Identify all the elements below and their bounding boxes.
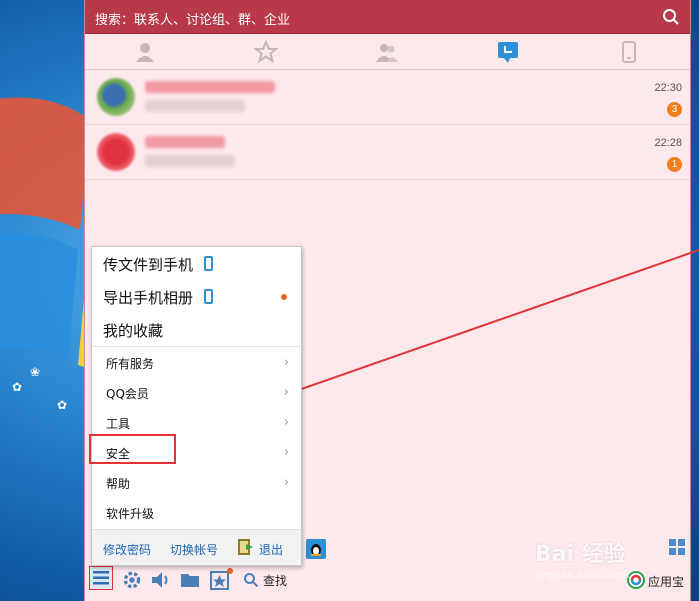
menu-item-software-update[interactable]: 软件升级 — [92, 497, 301, 527]
menu-item-label: 所有服务 — [106, 357, 155, 371]
chevron-right-icon: › — [283, 385, 289, 400]
baidu-jingyan-watermark: Bai 经验 — [535, 542, 626, 567]
menu-item-label: 工具 — [106, 417, 131, 431]
watermark-url: jingyan.baidu.com — [537, 570, 630, 581]
menu-item-tools[interactable]: 工具 › — [92, 407, 301, 437]
change-password-link[interactable]: 修改密码 — [103, 541, 151, 558]
menu-item-label: 软件升级 — [106, 507, 155, 521]
logout-button[interactable]: 退出 — [237, 538, 283, 558]
chevron-right-icon: › — [283, 415, 289, 430]
annotation-highlight-box — [89, 434, 176, 464]
menu-item-help[interactable]: 帮助 › — [92, 467, 301, 497]
chevron-right-icon: › — [283, 475, 289, 490]
menu-item-send-file-to-phone[interactable]: 传文件到手机 — [92, 247, 301, 281]
menu-item-label: 传文件到手机 — [103, 256, 194, 274]
phone-icon — [204, 256, 213, 271]
phone-icon — [204, 289, 213, 304]
switch-account-link[interactable]: 切换帐号 — [170, 541, 218, 558]
menu-item-label: 帮助 — [106, 477, 131, 491]
menu-item-all-services[interactable]: 所有服务 › — [92, 347, 301, 377]
exit-icon — [238, 539, 253, 555]
menu-footer: 修改密码 切换帐号 退出 — [92, 529, 301, 565]
menu-item-export-phone-album[interactable]: 导出手机相册 — [92, 280, 301, 314]
new-dot — [281, 294, 287, 300]
menu-item-label: 导出手机相册 — [103, 289, 194, 307]
chevron-right-icon: › — [283, 445, 289, 460]
main-menu-popup: 传文件到手机 导出手机相册 我的收藏 所有服务 › QQ会员 › 工具 › 安全… — [91, 246, 302, 566]
logout-label: 退出 — [259, 543, 284, 557]
menu-item-label: 我的收藏 — [103, 322, 164, 340]
menu-item-qq-vip[interactable]: QQ会员 › — [92, 377, 301, 407]
menu-item-my-favorites[interactable]: 我的收藏 — [92, 313, 301, 347]
chevron-right-icon: › — [283, 355, 289, 370]
menu-item-label: QQ会员 — [106, 387, 149, 401]
